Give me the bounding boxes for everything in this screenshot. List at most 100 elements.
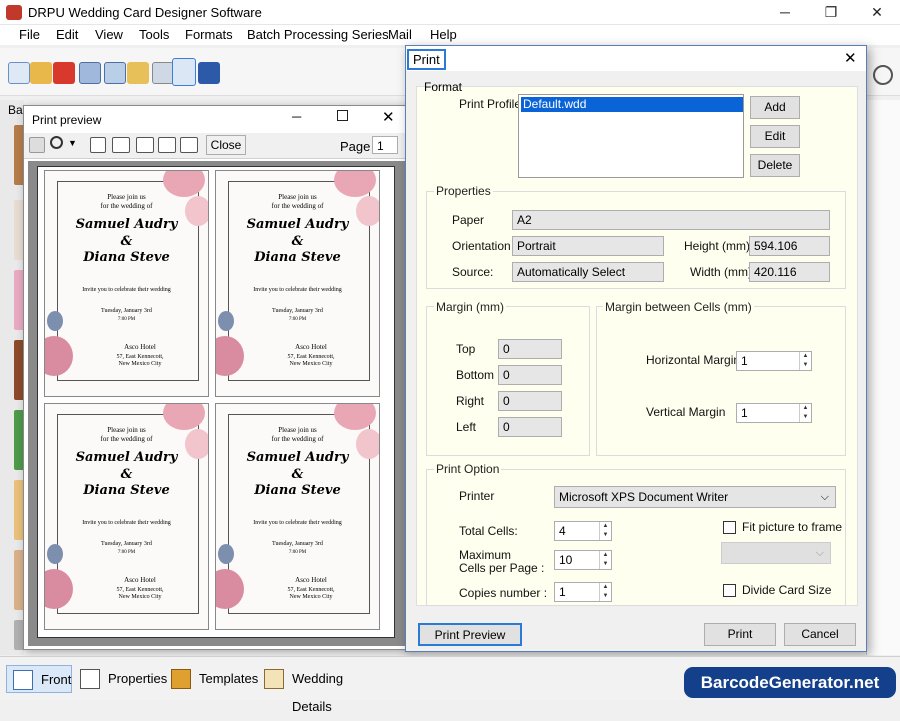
one-page-icon[interactable] — [90, 137, 106, 153]
total-cells-stepper[interactable]: 4 ▲ ▼ — [554, 521, 612, 541]
left-margin-field[interactable]: 0 — [498, 417, 562, 437]
menu-formats[interactable]: Formats — [185, 27, 233, 42]
preview-toolbar: ▼ Close Page 1 — [24, 133, 410, 159]
delete-button[interactable]: Delete — [750, 154, 800, 177]
menu-help[interactable]: Help — [430, 27, 457, 42]
max-cells-label-2: Cells per Page : — [459, 561, 545, 575]
divide-card-checkbox[interactable] — [723, 584, 736, 597]
card-addr1: 57, East Kennecott, — [116, 354, 164, 360]
printer-select[interactable]: Microsoft XPS Document Writer ⌵ — [554, 486, 836, 508]
copies-stepper[interactable]: 1 ▲ ▼ — [554, 582, 612, 602]
card-name1: Samuel Audry — [246, 450, 349, 465]
preview-minimize-button[interactable]: ─ — [292, 109, 301, 124]
spin-arrows-icon[interactable]: ▲ ▼ — [799, 404, 811, 422]
print-button[interactable]: Print — [704, 623, 776, 646]
add-button[interactable]: Add — [750, 96, 800, 119]
card-addr2: New Mexico City — [289, 361, 333, 367]
zoom-icon[interactable] — [50, 136, 63, 149]
tab-templates[interactable]: Templates — [165, 665, 259, 693]
card-addr2: New Mexico City — [118, 361, 162, 367]
cell-margin-group — [596, 306, 846, 456]
menu-edit[interactable]: Edit — [56, 27, 78, 42]
menu-mail[interactable]: Mail — [388, 27, 412, 42]
card-addr2: New Mexico City — [118, 594, 162, 600]
print-profile-list[interactable]: Default.wdd — [518, 94, 744, 178]
menu-view[interactable]: View — [95, 27, 123, 42]
card-venue: Asco Hotel — [295, 576, 327, 584]
card-line2: for the wedding of — [271, 435, 324, 443]
paper-label: Paper — [452, 213, 485, 227]
width-field[interactable]: 420.116 — [749, 262, 830, 282]
spin-arrows-icon[interactable]: ▲ ▼ — [799, 352, 811, 370]
cancel-button[interactable]: Cancel — [784, 623, 856, 646]
zoom-icon[interactable] — [873, 65, 893, 85]
width-label: Width (mm) — [690, 265, 752, 279]
left-label: Left — [456, 420, 477, 434]
maximize-button[interactable]: ❐ — [808, 0, 854, 25]
open-icon[interactable] — [30, 62, 52, 84]
source-field[interactable]: Automatically Select — [512, 262, 664, 282]
preview-page: Please join us for the wedding of Samuel… — [37, 166, 395, 638]
page-stepper[interactable]: 1 — [372, 136, 398, 154]
tab-wedding-details[interactable]: Wedding Details — [258, 665, 382, 714]
menu-batch-processing[interactable]: Batch Processing Series — [247, 27, 389, 42]
spin-arrows-icon[interactable]: ▲ ▼ — [599, 583, 611, 601]
export-icon[interactable] — [127, 62, 149, 84]
horizontal-margin-stepper[interactable]: 1 ▲ ▼ — [736, 351, 812, 371]
card-line1: Please join us — [278, 193, 317, 201]
app-icon — [6, 5, 22, 20]
three-pages-icon[interactable] — [136, 137, 154, 153]
tab-properties[interactable]: Properties — [74, 665, 167, 693]
preview-maximize-button[interactable] — [337, 110, 348, 121]
margin-label: Margin (mm) — [434, 300, 506, 314]
preview-close-icon[interactable]: ✕ — [382, 108, 395, 126]
horizontal-margin-value: 1 — [741, 354, 748, 368]
right-margin-field[interactable]: 0 — [498, 391, 562, 411]
preview-close-button[interactable]: Close — [206, 135, 246, 155]
title-bar: DRPU Wedding Card Designer Software ─ ❐ … — [0, 0, 900, 25]
card-venue: Asco Hotel — [124, 576, 156, 584]
print-dialog: Print ✕ Format Print Profile Default.wdd… — [405, 45, 867, 652]
orientation-field[interactable]: Portrait — [512, 236, 664, 256]
printer-label: Printer — [459, 489, 495, 503]
save-as-icon[interactable] — [104, 62, 126, 84]
height-field[interactable]: 594.106 — [749, 236, 830, 256]
card-line1: Please join us — [278, 426, 317, 434]
bottom-margin-field[interactable]: 0 — [498, 365, 562, 385]
layers-icon[interactable] — [198, 62, 220, 84]
horizontal-margin-label: Horizontal Margin — [646, 353, 741, 367]
print-preview-window: Print preview ─ ✕ ▼ Close Page 1 Please … — [23, 105, 411, 650]
six-pages-icon[interactable] — [180, 137, 198, 153]
top-margin-field[interactable]: 0 — [498, 339, 562, 359]
spin-arrows-icon[interactable]: ▲ ▼ — [599, 551, 611, 569]
menu-tools[interactable]: Tools — [139, 27, 169, 42]
minimize-button[interactable]: ─ — [762, 0, 808, 25]
dialog-close-icon[interactable]: ✕ — [844, 49, 857, 67]
menu-file[interactable]: File — [19, 27, 40, 42]
spin-arrows-icon[interactable]: ▲ ▼ — [599, 522, 611, 540]
close-app-button[interactable]: ✕ — [854, 0, 900, 25]
vertical-margin-stepper[interactable]: 1 ▲ ▼ — [736, 403, 812, 423]
chevron-down-icon[interactable]: ▼ — [68, 138, 77, 148]
card-time: 7:00 PM — [288, 550, 307, 555]
print-icon[interactable] — [172, 58, 196, 86]
printer-icon[interactable] — [29, 137, 45, 153]
tab-templates-label: Templates — [199, 671, 259, 686]
edit-button[interactable]: Edit — [750, 125, 800, 148]
card-line2: for the wedding of — [100, 435, 153, 443]
fit-picture-checkbox[interactable] — [723, 521, 736, 534]
paper-field[interactable]: A2 — [512, 210, 830, 230]
save-icon[interactable] — [79, 62, 101, 84]
tab-front[interactable]: Front — [6, 665, 72, 693]
close-file-icon[interactable] — [53, 62, 75, 84]
print-preview-icon[interactable] — [152, 62, 174, 84]
side-label: Ba — [8, 103, 23, 117]
profile-item[interactable]: Default.wdd — [521, 97, 743, 112]
new-icon[interactable] — [8, 62, 30, 84]
print-preview-button[interactable]: Print Preview — [418, 623, 522, 646]
four-pages-icon[interactable] — [158, 137, 176, 153]
two-pages-icon[interactable] — [112, 137, 130, 153]
card-invite: Invite you to celebrate their wedding — [253, 520, 342, 526]
app-title: DRPU Wedding Card Designer Software — [28, 5, 262, 20]
max-cells-stepper[interactable]: 10 ▲ ▼ — [554, 550, 612, 570]
